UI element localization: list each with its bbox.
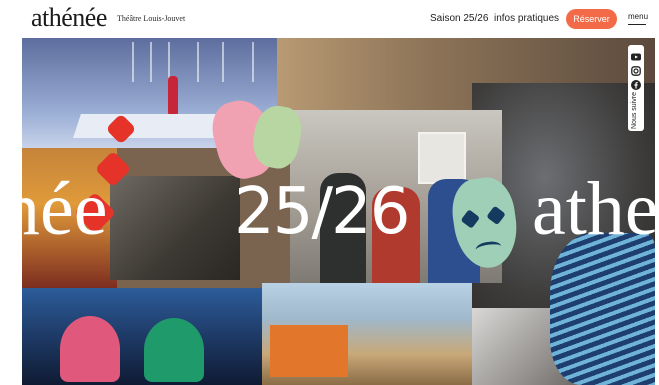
dancer-pink-dress: [60, 316, 120, 382]
hero-collage: née athe 25/26: [22, 38, 655, 385]
hero-wordmark-left: née: [22, 167, 108, 251]
reserve-button[interactable]: Réserver: [566, 9, 617, 29]
orange-crates: [270, 325, 348, 377]
follow-us-label: Nous suivre: [631, 92, 638, 129]
menu-button[interactable]: menu: [627, 10, 649, 28]
photo-two-men-table: [110, 176, 240, 280]
social-sidebar: Nous suivre: [628, 45, 644, 131]
menu-label: menu: [628, 12, 649, 21]
stage-performer: [168, 76, 178, 114]
photo-ballroom-dancers: [22, 288, 262, 385]
nav-infos-pratiques-link[interactable]: infos pratiques: [494, 13, 559, 24]
mask-eye: [486, 205, 506, 226]
hero-season-title: 25/26: [234, 175, 410, 249]
site-subtitle: Théâtre Louis-Jouvet: [117, 14, 186, 23]
nav-season-link[interactable]: Saison 25/26: [430, 13, 488, 24]
hero-wordmark-right: athe: [532, 167, 655, 251]
photo-child-outdoor: [262, 283, 472, 385]
youtube-icon[interactable]: [631, 49, 641, 61]
site-header: athénée Théâtre Louis-Jouvet Saison 25/2…: [0, 0, 659, 38]
window: [418, 132, 466, 184]
mask-eye: [460, 209, 481, 229]
blue-wave-illustration: [550, 233, 655, 385]
menu-underline: [628, 24, 646, 25]
mask-mouth: [474, 240, 503, 257]
site-logo[interactable]: athénée: [31, 4, 107, 32]
dancer-green-dress: [144, 318, 204, 382]
